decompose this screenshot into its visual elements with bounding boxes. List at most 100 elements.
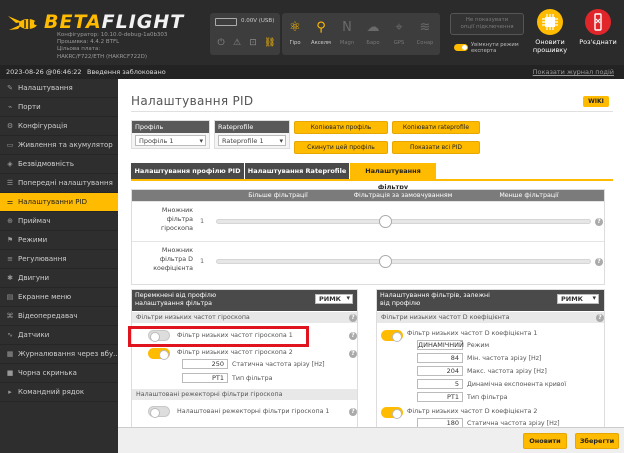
sidebar-item-osd[interactable]: ▤ Екранне меню [0,288,118,307]
sensor-gyro: ⚛ Гіро [282,13,308,55]
sidebar-item-label: Живлення та акумулятор [18,141,113,149]
action-bar: Оновити Зберегти [118,427,624,453]
help-icon[interactable]: ? [349,332,357,340]
gyro-filter-mode-select[interactable]: РИМК [315,294,353,304]
sidebar-item-vtx[interactable]: ⌘ Відеопередавач [0,307,118,326]
sidebar-item-motor[interactable]: ✱ Двигуни [0,269,118,288]
tab-rateprofile[interactable]: Налаштування Rateprofile [245,163,349,179]
dterm-max-cutoff-input[interactable]: 204 [417,366,463,376]
reset-profile-button[interactable]: Скинути цей профіль [294,141,388,154]
sidebar-item-gear[interactable]: ⚙ Конфігурація [0,117,118,136]
gyro-lpf2-type-select[interactable]: PT1 [182,373,228,383]
sidebar-item-battery[interactable]: ▭ Живлення та акумулятор [0,136,118,155]
status-text: Введення заблоковано [87,68,166,76]
sidebar-item-pid[interactable]: ⚌ Налаштуванни PID [0,193,118,212]
sidebar-item-label: Налаштування [18,84,73,92]
sidebar-item-adjust[interactable]: ≡ Регулювання [0,250,118,269]
dterm-min-cutoff-input[interactable]: 84 [417,353,463,363]
header: BETAFLIGHT Конфігуратор: 10.10.0-debug-1… [0,0,624,65]
dterm-filter-slider[interactable] [216,255,591,268]
sonar-icon: ≋ [419,20,431,35]
sidebar-item-log[interactable]: ▦ Журналювання через вбу... [0,345,118,364]
sidebar-item-cli[interactable]: ▸ Командний рядок [0,383,118,402]
sidebar-item-shield[interactable]: ◈ Безвідмовність [0,155,118,174]
update-firmware-button[interactable]: Оновити прошивку [526,6,574,62]
help-icon[interactable]: ? [349,350,357,358]
expert-mode-toggle[interactable] [454,44,468,51]
battery-icon [215,18,237,26]
sidebar-item-sensors[interactable]: ∿ Датчики [0,326,118,345]
highlight-box [128,326,309,347]
sidebar-item-label: Двигуни [18,274,50,282]
battery-icon: ▭ [6,141,14,149]
refresh-button[interactable]: Оновити [523,433,567,449]
copy-profile-button[interactable]: Копіювати профіль [294,121,388,134]
dterm-lpf1-mode-select[interactable]: ДИНАМІЧНИЙ [417,340,464,350]
help-icon[interactable]: ? [595,218,603,226]
gps-icon: ⌖ [395,20,403,35]
sidebar-item-presets[interactable]: ☰ Попередні налаштування [0,174,118,193]
plug-icon: ⏻ [217,38,225,48]
plug-icon: ⌁ [7,103,13,111]
adjust-icon: ≡ [7,255,13,263]
dterm-filter-mode-select[interactable]: РИМК [557,294,599,304]
sidebar-item-modes[interactable]: ⚑ Режими [0,231,118,250]
help-icon[interactable]: ? [349,408,357,416]
rateprofile-selector: Rateprofile Rateprofile 1 [214,120,290,149]
profile-select[interactable]: Профіль 1 [135,135,206,146]
wiki-button[interactable]: WIKI [583,96,609,107]
presets-icon: ☰ [6,179,14,187]
wrench-icon: ✎ [7,84,13,92]
dterm-filter-multiplier-row: Множник фільтра D коефіцієнта 1 ? [132,241,604,280]
log-icon: ▦ [6,350,14,358]
link-icon: ⛓ [264,38,276,48]
sidebar-item-wrench[interactable]: ✎ Налаштування [0,79,118,98]
sidebar-item-label: Відеопередавач [18,312,78,320]
sidebar-item-label: Журналювання через вбу... [18,350,118,358]
copy-rateprofile-button[interactable]: Копіювати rateprofile [392,121,480,134]
dterm-lpf1-toggle[interactable] [381,330,403,342]
sensor-label: Magn [339,40,355,46]
dterm-expo-input[interactable]: 5 [417,379,463,389]
gyro-filter-slider[interactable] [216,215,591,228]
sensor-accel: ⚲ Акселм [308,13,334,55]
baro-icon: ☁ [366,20,380,35]
sensor-mag: N Magn [334,13,360,55]
help-icon[interactable]: ? [349,314,357,322]
hide-connection-options-button[interactable]: Не показувати опції підключення [450,13,524,35]
dterm-filter-panel: Налаштування фільтрів, залежні від профі… [376,289,605,429]
sensor-gps: ⌖ GPS [386,13,412,55]
blackbox-icon: ■ [6,369,14,377]
dterm-lpf2-toggle[interactable] [381,407,403,419]
receiver-icon: ⊕ [7,217,13,225]
sidebar-item-label: Датчики [18,331,50,339]
dterm-type-select[interactable]: PT1 [417,392,463,402]
rateprofile-select[interactable]: Rateprofile 1 [218,135,286,146]
gyro-notch-toggle[interactable] [148,406,170,418]
sidebar-item-label: Попередні налаштування [18,179,113,187]
page-title: Налаштування PID [131,94,254,108]
sidebar-item-plug[interactable]: ⌁ Порти [0,98,118,117]
tab-filter-settings[interactable]: Налаштування фільтру [350,163,436,191]
sidebar-item-receiver[interactable]: ⊕ Приймач [0,212,118,231]
sensors-icon: ∿ [7,331,13,339]
shield-icon: ◈ [7,160,13,168]
slider-handle[interactable] [379,255,392,268]
sensor-label: Акселм [311,40,331,46]
tab-pid-profile[interactable]: Налаштування профілю PID [131,163,244,179]
sensor-label: Гіро [289,40,301,46]
help-icon[interactable]: ? [595,258,603,266]
slider-handle[interactable] [379,215,392,228]
save-button[interactable]: Зберегти [575,433,619,449]
sensor-label: GPS [393,40,405,46]
disconnect-button[interactable]: Роз'єднати [574,6,622,62]
sidebar-item-label: Екранне меню [18,293,72,301]
show-log-link[interactable]: Показати журнал подій [533,65,614,79]
tab-bar: Налаштування профілю PID Налаштування Ra… [131,163,613,191]
gyro-lpf2-cutoff-input[interactable]: 250 [182,359,228,369]
sidebar-item-blackbox[interactable]: ■ Чорна скринька [0,364,118,383]
gyro-lpf2-toggle[interactable] [148,348,170,360]
slider-header-row: Більше фільтрації Фільтрація за замовчув… [132,190,604,201]
show-all-pids-button[interactable]: Показати всі PID [392,141,480,154]
help-icon[interactable]: ? [596,314,604,322]
